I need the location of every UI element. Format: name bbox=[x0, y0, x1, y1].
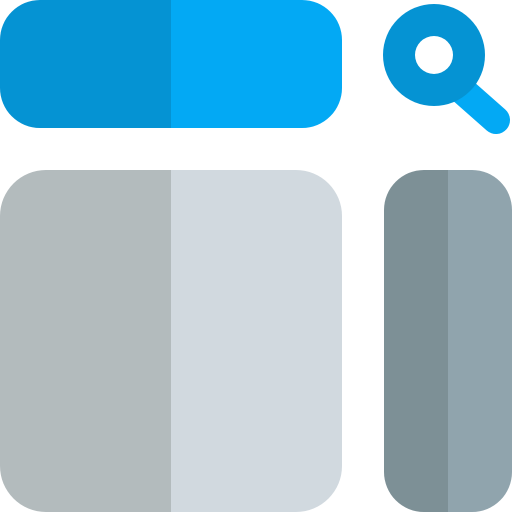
search-bar-right-half bbox=[171, 0, 342, 128]
sidebar-right-half bbox=[448, 170, 512, 512]
search-layout-icon bbox=[0, 0, 512, 512]
search-bar[interactable] bbox=[0, 0, 342, 128]
content-panel bbox=[0, 170, 342, 512]
sidebar-left-half bbox=[384, 170, 448, 512]
content-panel-left-half bbox=[0, 170, 171, 512]
search-layout-svg bbox=[0, 0, 512, 512]
magnifier-lens bbox=[415, 36, 453, 74]
sidebar-panel bbox=[384, 170, 512, 512]
magnifier-handle bbox=[448, 76, 510, 134]
search-bar-left-half bbox=[0, 0, 171, 128]
magnifier-icon[interactable] bbox=[383, 4, 510, 134]
content-panel-right-half bbox=[171, 170, 342, 512]
